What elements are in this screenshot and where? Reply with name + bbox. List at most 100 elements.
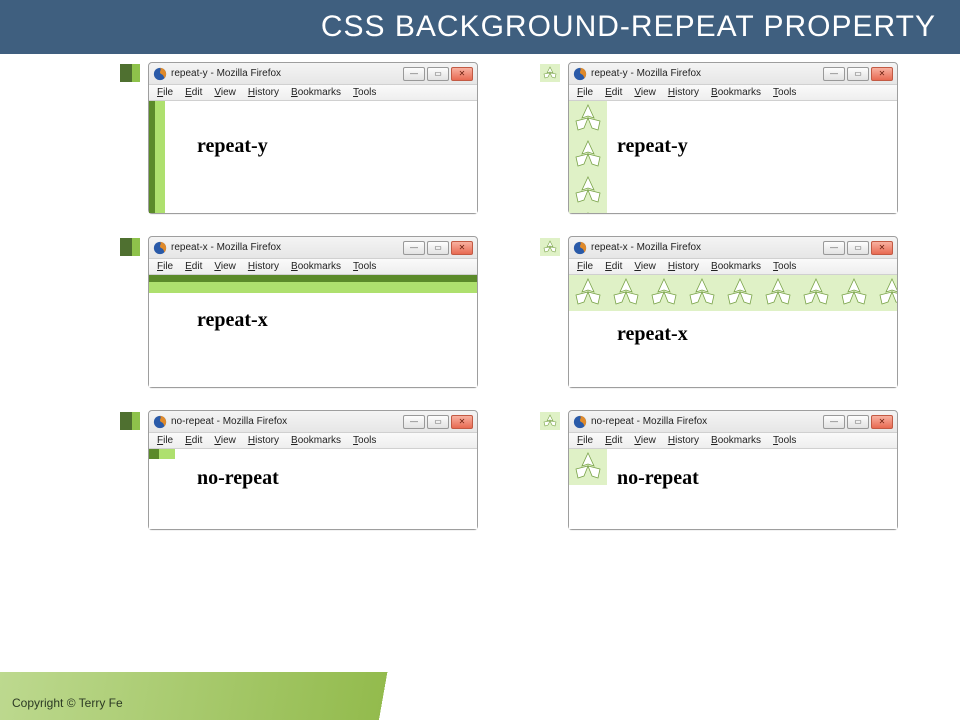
window-titlebar: repeat-x - Mozilla Firefox — ▭ ✕ [149, 237, 477, 259]
window-controls: — ▭ ✕ [403, 415, 473, 429]
trillium-icon [569, 101, 607, 137]
menu-history[interactable]: History [248, 87, 279, 98]
maximize-button[interactable]: ▭ [847, 67, 869, 81]
viewport: repeat-x [569, 275, 897, 387]
menu-edit[interactable]: Edit [605, 87, 622, 98]
menu-history[interactable]: History [248, 261, 279, 272]
menu-file[interactable]: File [577, 87, 593, 98]
menu-view[interactable]: View [214, 87, 236, 98]
body-text: no-repeat [617, 467, 699, 490]
window-titlebar: no-repeat - Mozilla Firefox — ▭ ✕ [149, 411, 477, 433]
menu-view[interactable]: View [634, 87, 656, 98]
trillium-icon [569, 209, 607, 213]
menu-view[interactable]: View [634, 261, 656, 272]
menu-bookmarks[interactable]: Bookmarks [711, 435, 761, 446]
browser-menu: File Edit View History Bookmarks Tools [149, 259, 477, 275]
maximize-button[interactable]: ▭ [847, 241, 869, 255]
trillium-icon [873, 275, 897, 311]
maximize-button[interactable]: ▭ [847, 415, 869, 429]
browser-window: no-repeat - Mozilla Firefox — ▭ ✕ File E… [148, 410, 478, 530]
firefox-icon [573, 415, 587, 429]
window-title: no-repeat - Mozilla Firefox [171, 416, 403, 427]
menu-edit[interactable]: Edit [185, 435, 202, 446]
example-cell: repeat-y - Mozilla Firefox — ▭ ✕ File Ed… [120, 62, 500, 214]
menu-history[interactable]: History [668, 261, 699, 272]
minimize-button[interactable]: — [403, 67, 425, 81]
maximize-button[interactable]: ▭ [427, 241, 449, 255]
menu-tools[interactable]: Tools [353, 435, 376, 446]
browser-window: repeat-y - Mozilla Firefox — ▭ ✕ File Ed… [148, 62, 478, 214]
menu-history[interactable]: History [248, 435, 279, 446]
example-cell: no-repeat - Mozilla Firefox — ▭ ✕ File E… [120, 410, 500, 530]
menu-file[interactable]: File [157, 87, 173, 98]
browser-menu: File Edit View History Bookmarks Tools [149, 85, 477, 101]
close-button[interactable]: ✕ [451, 241, 473, 255]
example-cell: repeat-x - Mozilla Firefox — ▭ ✕ File Ed… [120, 236, 500, 388]
body-text: repeat-x [197, 309, 268, 332]
bullet-flower-icon [540, 238, 560, 256]
trillium-icon [569, 449, 607, 485]
menu-tools[interactable]: Tools [773, 435, 796, 446]
menu-tools[interactable]: Tools [353, 261, 376, 272]
menu-tools[interactable]: Tools [353, 87, 376, 98]
window-controls: — ▭ ✕ [403, 241, 473, 255]
menu-bookmarks[interactable]: Bookmarks [291, 435, 341, 446]
menu-edit[interactable]: Edit [605, 261, 622, 272]
slide-footer-decor [0, 672, 960, 720]
window-title: repeat-x - Mozilla Firefox [171, 242, 403, 253]
example-row-no-repeat: no-repeat - Mozilla Firefox — ▭ ✕ File E… [120, 410, 920, 530]
menu-view[interactable]: View [214, 435, 236, 446]
menu-tools[interactable]: Tools [773, 87, 796, 98]
minimize-button[interactable]: — [823, 415, 845, 429]
window-controls: — ▭ ✕ [403, 67, 473, 81]
menu-edit[interactable]: Edit [605, 435, 622, 446]
bullet-swatch-icon [120, 412, 140, 430]
window-titlebar: repeat-y - Mozilla Firefox — ▭ ✕ [149, 63, 477, 85]
minimize-button[interactable]: — [403, 241, 425, 255]
menu-edit[interactable]: Edit [185, 261, 202, 272]
menu-bookmarks[interactable]: Bookmarks [711, 87, 761, 98]
menu-file[interactable]: File [577, 435, 593, 446]
minimize-button[interactable]: — [403, 415, 425, 429]
viewport: no-repeat [569, 449, 897, 529]
window-title: repeat-y - Mozilla Firefox [591, 68, 823, 79]
close-button[interactable]: ✕ [451, 67, 473, 81]
minimize-button[interactable]: — [823, 241, 845, 255]
menu-file[interactable]: File [157, 261, 173, 272]
body-text: no-repeat [197, 467, 279, 490]
menu-view[interactable]: View [214, 261, 236, 272]
menu-history[interactable]: History [668, 87, 699, 98]
firefox-icon [573, 241, 587, 255]
menu-bookmarks[interactable]: Bookmarks [291, 87, 341, 98]
slide-header: CSS BACKGROUND-REPEAT PROPERTY [0, 0, 960, 54]
bullet-flower-icon [540, 412, 560, 430]
window-title: repeat-x - Mozilla Firefox [591, 242, 823, 253]
close-button[interactable]: ✕ [451, 415, 473, 429]
window-controls: — ▭ ✕ [823, 415, 893, 429]
maximize-button[interactable]: ▭ [427, 67, 449, 81]
close-button[interactable]: ✕ [871, 67, 893, 81]
menu-file[interactable]: File [577, 261, 593, 272]
close-button[interactable]: ✕ [871, 415, 893, 429]
trillium-icon [607, 275, 645, 311]
menu-bookmarks[interactable]: Bookmarks [291, 261, 341, 272]
body-text: repeat-y [197, 135, 268, 158]
trillium-icon [569, 275, 607, 311]
menu-file[interactable]: File [157, 435, 173, 446]
viewport: no-repeat [149, 449, 477, 529]
slide-body: repeat-y - Mozilla Firefox — ▭ ✕ File Ed… [0, 54, 960, 672]
browser-window: repeat-y - Mozilla Firefox — ▭ ✕ File Ed… [568, 62, 898, 214]
maximize-button[interactable]: ▭ [427, 415, 449, 429]
menu-tools[interactable]: Tools [773, 261, 796, 272]
bullet-swatch-icon [120, 64, 140, 82]
slide-title: CSS BACKGROUND-REPEAT PROPERTY [321, 10, 936, 44]
trillium-icon [645, 275, 683, 311]
menu-edit[interactable]: Edit [185, 87, 202, 98]
menu-bookmarks[interactable]: Bookmarks [711, 261, 761, 272]
minimize-button[interactable]: — [823, 67, 845, 81]
menu-history[interactable]: History [668, 435, 699, 446]
close-button[interactable]: ✕ [871, 241, 893, 255]
menu-view[interactable]: View [634, 435, 656, 446]
bg-tile-strip-horizontal [569, 275, 897, 313]
window-titlebar: no-repeat - Mozilla Firefox — ▭ ✕ [569, 411, 897, 433]
